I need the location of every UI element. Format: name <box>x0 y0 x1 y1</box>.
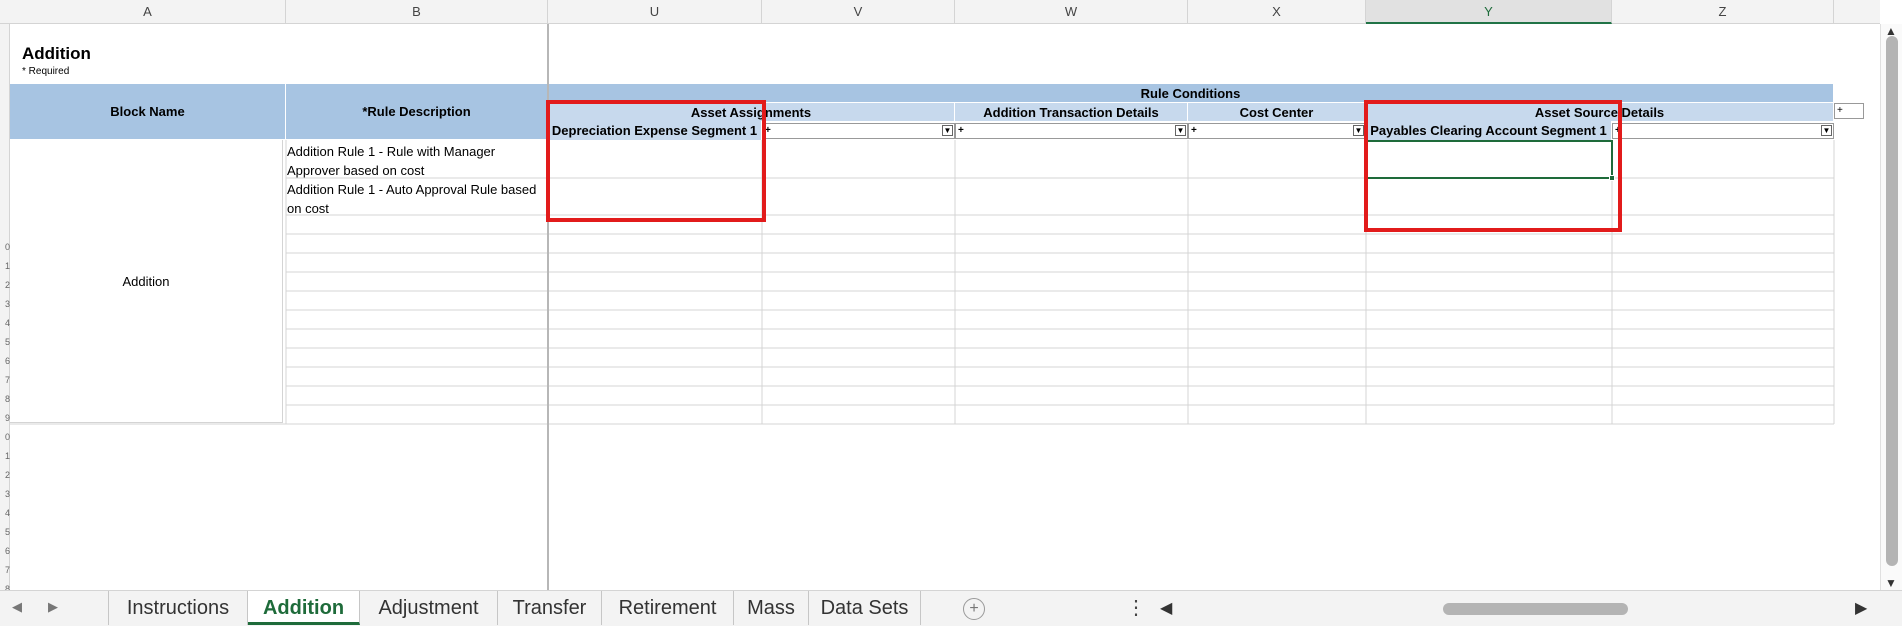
vertical-scrollbar[interactable]: ▲ ▼ <box>1880 24 1902 590</box>
chevron-left-icon[interactable]: ◀ <box>12 599 22 615</box>
horizontal-scroll-thumb[interactable] <box>1443 603 1628 615</box>
row-number[interactable]: 5 <box>0 337 10 347</box>
tab-addition[interactable]: Addition <box>248 591 360 625</box>
row-number[interactable]: 3 <box>0 489 10 499</box>
tab-data-sets[interactable]: Data Sets <box>809 591 921 625</box>
row-number[interactable]: 9 <box>0 413 10 423</box>
row-number[interactable]: 2 <box>0 470 10 480</box>
row-number[interactable]: 6 <box>0 546 10 556</box>
row-number[interactable]: 2 <box>0 280 10 290</box>
highlight-box-payables <box>1364 100 1622 232</box>
row-number[interactable]: 4 <box>0 318 10 328</box>
row-number[interactable]: 5 <box>0 527 10 537</box>
column-header-x[interactable]: X <box>1188 0 1366 24</box>
row-numbers: 0 1 2 3 4 5 6 7 8 9 0 1 2 3 4 5 6 7 8 <box>0 24 10 594</box>
sheet-tab-bar: ◀ ▶ Instructions Addition Adjustment Tra… <box>0 590 1902 626</box>
row-number[interactable]: 3 <box>0 299 10 309</box>
column-header-y[interactable]: Y <box>1366 0 1612 24</box>
column-header-u[interactable]: U <box>548 0 762 24</box>
column-header-b[interactable]: B <box>286 0 548 24</box>
column-header-z[interactable]: Z <box>1612 0 1834 24</box>
scroll-down-icon[interactable]: ▼ <box>1885 576 1897 590</box>
row-number[interactable]: 1 <box>0 261 10 271</box>
spreadsheet-grid[interactable]: Addition * Required Rule Conditions Bloc… <box>0 24 1880 590</box>
block-name-cell[interactable]: Addition <box>10 140 283 423</box>
row-number[interactable]: 0 <box>0 432 10 442</box>
tab-mass[interactable]: Mass <box>734 591 809 625</box>
row-number[interactable]: 7 <box>0 375 10 385</box>
column-header-w[interactable]: W <box>955 0 1188 24</box>
tab-transfer[interactable]: Transfer <box>498 591 602 625</box>
row-number[interactable]: 7 <box>0 565 10 575</box>
scroll-left-icon[interactable]: ◀ <box>1160 598 1172 618</box>
scroll-right-icon[interactable]: ▶ <box>1855 598 1867 618</box>
column-header-a[interactable]: A <box>10 0 286 24</box>
row-number[interactable]: 1 <box>0 451 10 461</box>
row-number[interactable]: 8 <box>0 394 10 404</box>
highlight-box-depreciation <box>546 100 766 222</box>
column-headers: A B U V W X Y Z <box>0 0 1880 24</box>
tab-instructions[interactable]: Instructions <box>108 591 248 625</box>
row-number[interactable]: 4 <box>0 508 10 518</box>
column-header-v[interactable]: V <box>762 0 955 24</box>
rule-description-2[interactable]: Addition Rule 1 - Auto Approval Rule bas… <box>287 180 542 218</box>
horizontal-scrollbar[interactable]: ◀ ▶ <box>1155 591 1880 625</box>
tab-adjustment[interactable]: Adjustment <box>360 591 498 625</box>
vertical-dots-icon[interactable]: ⋮ <box>1126 595 1146 620</box>
vertical-scroll-thumb[interactable] <box>1886 36 1898 566</box>
chevron-right-icon[interactable]: ▶ <box>48 599 58 615</box>
tab-retirement[interactable]: Retirement <box>602 591 734 625</box>
block-name-value: Addition <box>122 273 170 289</box>
row-number[interactable]: 0 <box>0 242 10 252</box>
row-number[interactable]: 6 <box>0 356 10 366</box>
rule-description-1[interactable]: Addition Rule 1 - Rule with Manager Appr… <box>287 142 542 180</box>
plus-circle-icon[interactable]: + <box>963 598 985 620</box>
